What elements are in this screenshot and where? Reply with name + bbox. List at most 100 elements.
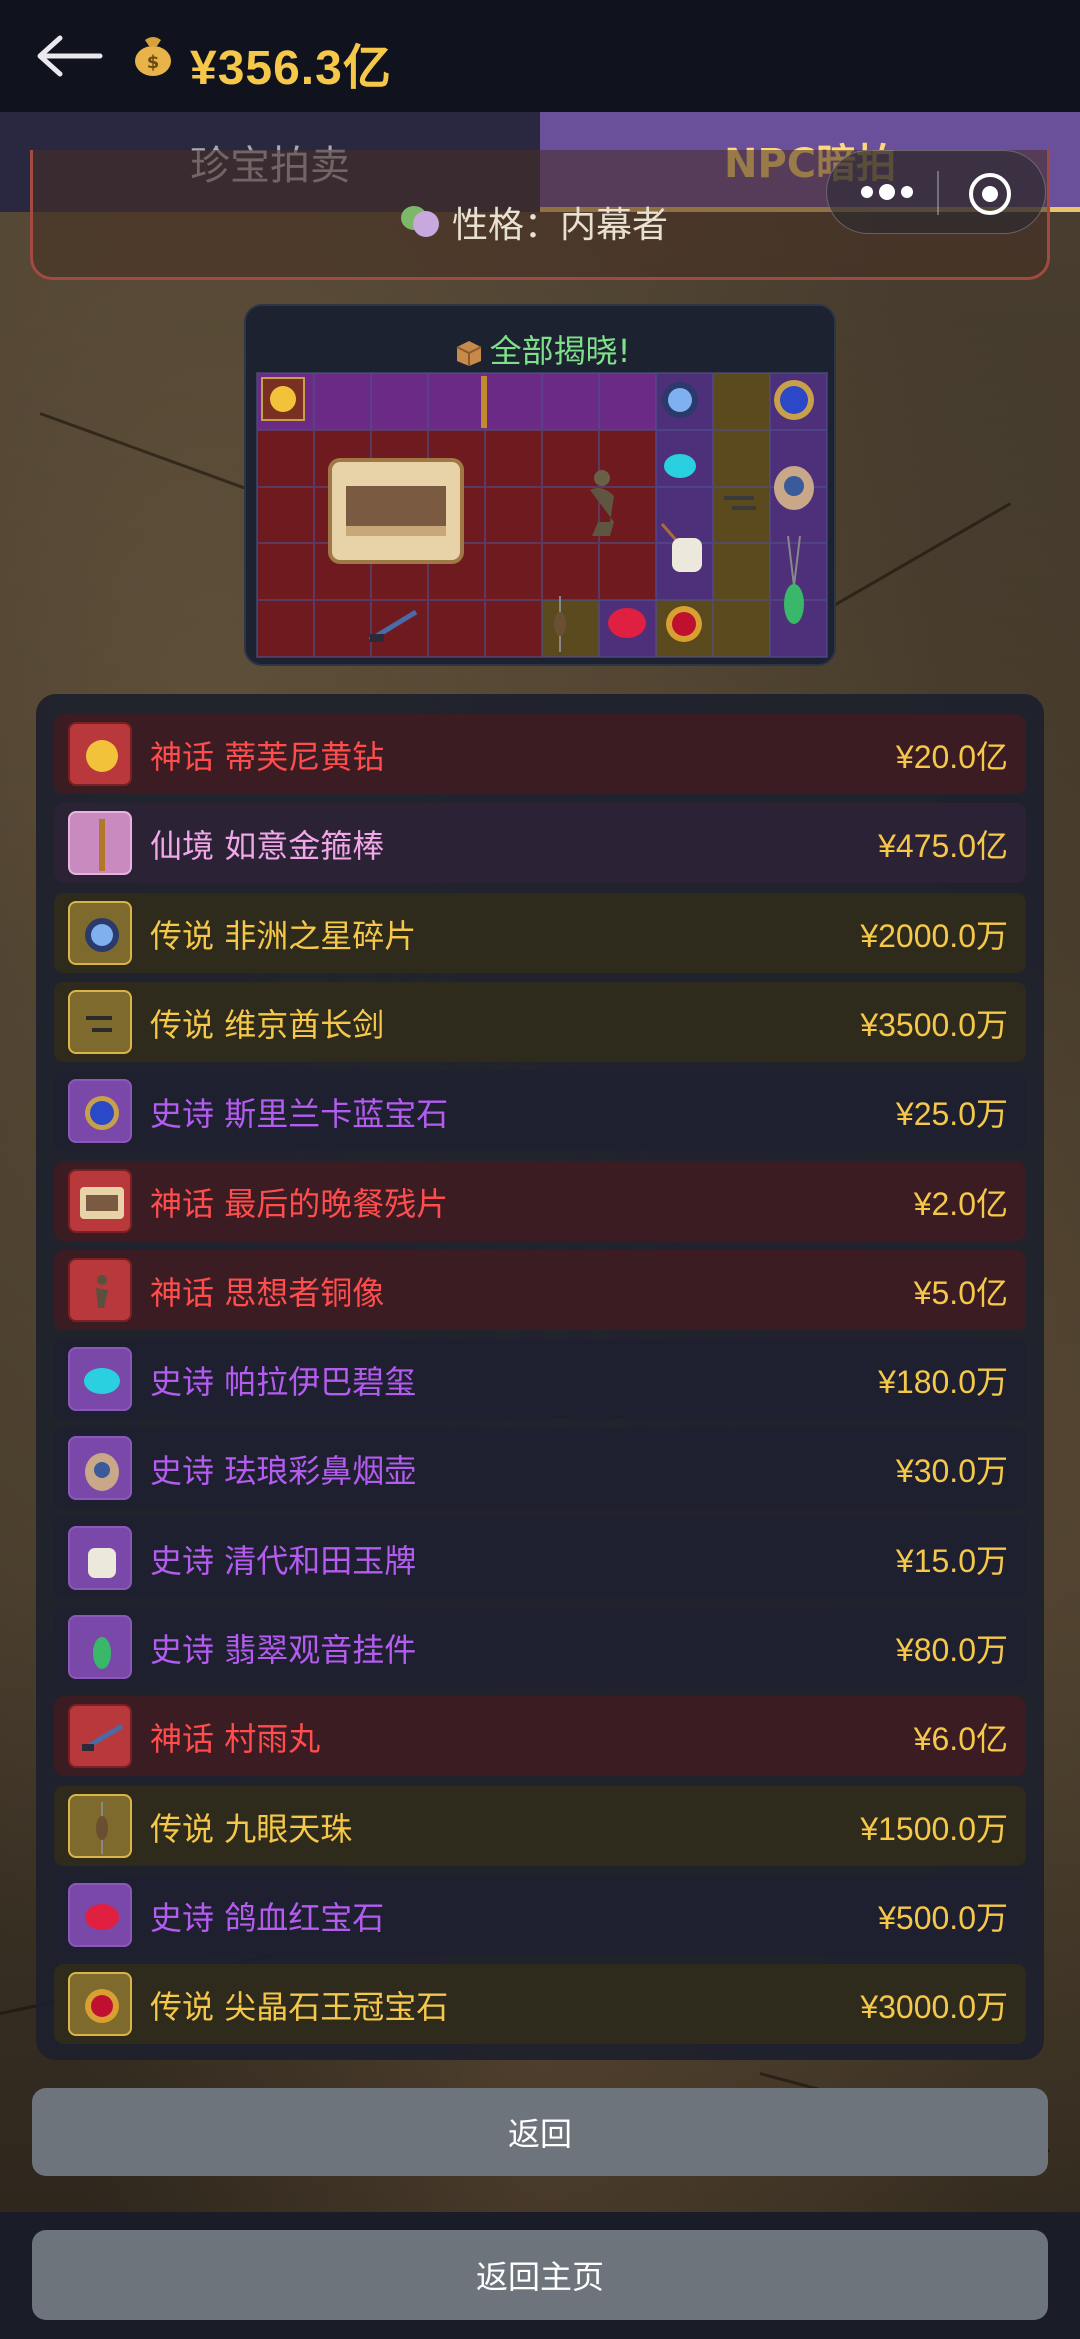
item-price: ¥5.0亿 xyxy=(913,1275,1008,1311)
item-name: 史诗 帕拉伊巴碧玺 xyxy=(150,1357,416,1403)
list-item[interactable]: 史诗 斯里兰卡蓝宝石 ¥25.0万 xyxy=(54,1071,1026,1151)
item-price: ¥500.0万 xyxy=(878,1900,1008,1936)
item-title: 尖晶石王冠宝石 xyxy=(224,1988,449,2026)
list-item[interactable]: 史诗 翡翠观音挂件 ¥80.0万 xyxy=(54,1607,1026,1687)
blue-diamond-icon xyxy=(662,382,698,418)
capsule-divider xyxy=(937,171,939,215)
item-price: ¥1500.0万 xyxy=(860,1811,1008,1847)
jade-pendant-icon xyxy=(784,536,804,624)
tourmaline-icon xyxy=(664,454,696,478)
reveal-title: 全部揭晓! xyxy=(246,326,838,372)
snuff-bottle-icon xyxy=(774,466,814,510)
item-rarity: 传说 xyxy=(150,1810,215,1848)
item-title: 清代和田玉牌 xyxy=(224,1542,417,1580)
arrow-left-icon[interactable] xyxy=(34,34,104,78)
persona-trait-text: 性格：内幕者 xyxy=(452,205,669,246)
item-rarity: 传说 xyxy=(150,1988,215,2026)
item-rarity: 传说 xyxy=(150,1006,215,1044)
painting-icon xyxy=(68,1169,132,1233)
item-price: ¥475.0亿 xyxy=(878,828,1008,864)
golden-staff-icon xyxy=(481,376,487,428)
item-title: 最后的晚餐残片 xyxy=(224,1185,449,1223)
item-rarity: 史诗 xyxy=(150,1363,215,1401)
item-title: 如意金箍棒 xyxy=(224,827,385,865)
list-item[interactable]: 史诗 清代和田玉牌 ¥15.0万 xyxy=(54,1518,1026,1598)
item-title: 非洲之星碎片 xyxy=(224,917,417,955)
golden-staff-icon xyxy=(68,811,132,875)
list-item[interactable]: 史诗 珐琅彩鼻烟壶 ¥30.0万 xyxy=(54,1428,1026,1508)
spinel-icon xyxy=(666,606,702,642)
item-name: 神话 蒂芙尼黄钻 xyxy=(150,732,384,778)
item-title: 珐琅彩鼻烟壶 xyxy=(224,1452,417,1490)
jade-tablet-icon xyxy=(68,1526,132,1590)
list-item[interactable]: 史诗 鸽血红宝石 ¥500.0万 xyxy=(54,1875,1026,1955)
statue-icon xyxy=(68,1258,132,1322)
item-name: 传说 尖晶石王冠宝石 xyxy=(150,1982,448,2028)
item-price: ¥6.0亿 xyxy=(913,1721,1008,1757)
item-rarity: 神话 xyxy=(150,1720,215,1758)
sapphire-icon xyxy=(774,380,814,420)
persona-trait: 性格：内幕者 xyxy=(452,196,668,248)
yellow-diamond-icon xyxy=(261,377,305,421)
item-name: 史诗 鸽血红宝石 xyxy=(150,1893,384,1939)
item-price: ¥2000.0万 xyxy=(860,918,1008,954)
item-list: 神话 蒂芙尼黄钻 ¥20.0亿仙境 如意金箍棒 ¥475.0亿传说 非洲之星碎片 ¥2… xyxy=(36,694,1044,2060)
money-bag-icon: $ xyxy=(135,37,171,76)
return-button[interactable]: 返回 xyxy=(32,2088,1048,2176)
item-title: 翡翠观音挂件 xyxy=(224,1631,417,1669)
sword-icon xyxy=(68,990,132,1054)
statue-icon xyxy=(590,470,614,536)
list-item[interactable]: 神话 最后的晚餐残片 ¥2.0亿 xyxy=(54,1161,1026,1241)
item-title: 思想者铜像 xyxy=(224,1274,385,1312)
item-name: 神话 村雨丸 xyxy=(150,1714,320,1760)
bead-icon xyxy=(68,1794,132,1858)
item-title: 鸽血红宝石 xyxy=(224,1899,385,1937)
item-rarity: 史诗 xyxy=(150,1452,215,1490)
bead-icon xyxy=(554,596,566,652)
sword-icon xyxy=(724,496,756,510)
item-price: ¥2.0亿 xyxy=(913,1186,1008,1222)
list-item[interactable]: 传说 尖晶石王冠宝石 ¥3000.0万 xyxy=(54,1964,1026,2044)
item-rarity: 仙境 xyxy=(150,827,215,865)
item-name: 史诗 清代和田玉牌 xyxy=(150,1536,416,1582)
item-rarity: 史诗 xyxy=(150,1899,215,1937)
ruby-icon xyxy=(68,1883,132,1947)
item-name: 史诗 翡翠观音挂件 xyxy=(150,1625,416,1671)
list-item[interactable]: 神话 思想者铜像 ¥5.0亿 xyxy=(54,1250,1026,1330)
item-rarity: 神话 xyxy=(150,738,215,776)
return-home-button[interactable]: 返回主页 xyxy=(32,2230,1048,2320)
item-price: ¥3500.0万 xyxy=(860,1007,1008,1043)
list-item[interactable]: 传说 非洲之星碎片 ¥2000.0万 xyxy=(54,893,1026,973)
close-target-icon[interactable] xyxy=(967,171,1013,217)
item-price: ¥20.0亿 xyxy=(895,739,1008,775)
mini-program-capsule xyxy=(826,150,1046,234)
list-item[interactable]: 仙境 如意金箍棒 ¥475.0亿 xyxy=(54,803,1026,883)
item-name: 史诗 斯里兰卡蓝宝石 xyxy=(150,1089,448,1135)
item-price: ¥25.0万 xyxy=(895,1096,1008,1132)
snuff-bottle-icon xyxy=(68,1436,132,1500)
item-name: 传说 九眼天珠 xyxy=(150,1804,352,1850)
box-icon xyxy=(456,341,482,366)
item-name: 传说 非洲之星碎片 xyxy=(150,911,416,957)
item-name: 神话 思想者铜像 xyxy=(150,1268,384,1314)
reveal-title-text: 全部揭晓! xyxy=(489,332,631,370)
item-rarity: 史诗 xyxy=(150,1631,215,1669)
more-dots-icon[interactable] xyxy=(857,177,917,207)
list-item[interactable]: 传说 维京酋长剑 ¥3500.0万 xyxy=(54,982,1026,1062)
item-title: 蒂芙尼黄钻 xyxy=(224,738,385,776)
item-price: ¥80.0万 xyxy=(895,1632,1008,1668)
yellow-diamond-icon xyxy=(68,722,132,786)
blue-diamond-icon xyxy=(68,901,132,965)
list-item[interactable]: 神话 村雨丸 ¥6.0亿 xyxy=(54,1696,1026,1776)
item-rarity: 史诗 xyxy=(150,1542,215,1580)
katana-icon xyxy=(68,1704,132,1768)
item-name: 史诗 珐琅彩鼻烟壶 xyxy=(150,1446,416,1492)
item-price: ¥3000.0万 xyxy=(860,1989,1008,2025)
list-item[interactable]: 神话 蒂芙尼黄钻 ¥20.0亿 xyxy=(54,714,1026,794)
item-rarity: 神话 xyxy=(150,1274,215,1312)
list-item[interactable]: 传说 九眼天珠 ¥1500.0万 xyxy=(54,1786,1026,1866)
item-title: 维京酋长剑 xyxy=(224,1006,385,1044)
list-item[interactable]: 史诗 帕拉伊巴碧玺 ¥180.0万 xyxy=(54,1339,1026,1419)
money-balance: ¥356.3亿 xyxy=(190,42,392,95)
svg-text:$: $ xyxy=(147,52,160,73)
